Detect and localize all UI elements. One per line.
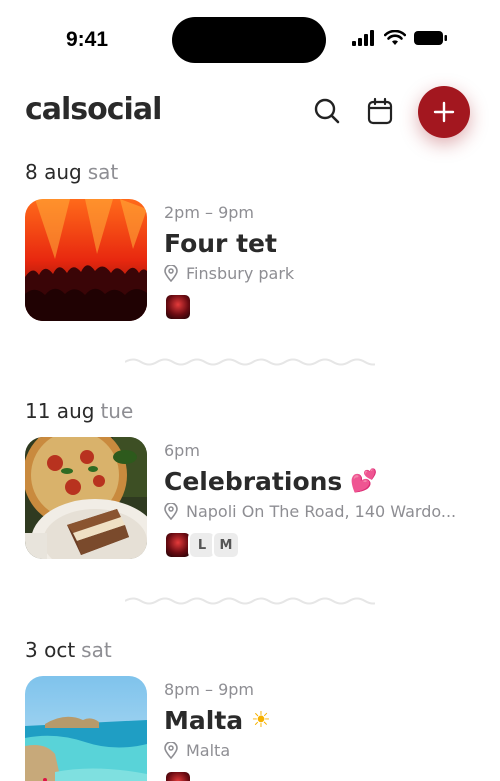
event-location: Finsbury park	[164, 264, 494, 283]
wifi-icon	[384, 30, 406, 45]
attendee-list[interactable]: L M	[164, 531, 494, 559]
location-pin-icon	[164, 265, 178, 282]
event-title: Celebrations 💕	[164, 464, 494, 498]
weekday-label: sat	[81, 638, 112, 662]
date-label: 11 aug	[25, 399, 95, 423]
app-title: calsocial	[25, 92, 162, 127]
event-location-text: Napoli On The Road, 140 Wardo...	[186, 502, 457, 521]
date-header: 3 oct sat	[25, 638, 112, 662]
plus-icon	[433, 101, 455, 123]
event-thumbnail	[25, 676, 147, 781]
event-card-four-tet[interactable]: 2pm – 9pm Four tet Finsbury park	[25, 199, 495, 323]
event-card-malta[interactable]: 8pm – 9pm Malta ☀ Malta	[25, 676, 495, 781]
search-icon	[314, 98, 340, 124]
event-title-text: Celebrations	[164, 466, 343, 496]
app-header: calsocial	[0, 84, 500, 144]
beach-image	[25, 676, 147, 781]
calendar-icon	[367, 97, 393, 125]
attendee-list[interactable]	[164, 770, 494, 781]
event-location-text: Finsbury park	[186, 264, 295, 283]
concert-image	[25, 199, 147, 321]
signal-icon	[352, 30, 374, 46]
event-location: Napoli On The Road, 140 Wardo...	[164, 502, 494, 521]
event-time: 8pm – 9pm	[164, 680, 255, 699]
dynamic-island	[172, 17, 326, 63]
event-title: Four tet	[164, 226, 494, 260]
date-header: 11 aug tue	[25, 399, 133, 423]
wavy-divider	[125, 597, 375, 605]
weekday-label: sat	[87, 160, 119, 184]
avatar[interactable]	[164, 293, 192, 321]
status-time: 9:41	[66, 28, 109, 51]
event-title: Malta ☀	[164, 703, 494, 737]
weekday-label: tue	[100, 399, 134, 423]
event-thumbnail	[25, 437, 147, 559]
event-thumbnail	[25, 199, 147, 321]
calendar-button[interactable]	[363, 94, 397, 128]
event-location: Malta	[164, 741, 494, 760]
location-pin-icon	[164, 503, 178, 520]
date-label: 8 aug	[25, 160, 82, 184]
event-title-text: Four tet	[164, 228, 277, 258]
two-hearts-emoji: 💕	[350, 468, 378, 494]
food-image	[25, 437, 147, 559]
avatar-initial[interactable]: M	[212, 531, 240, 559]
avatar[interactable]	[164, 770, 192, 781]
event-location-text: Malta	[186, 741, 231, 760]
status-bar: 9:41	[0, 0, 500, 80]
event-time: 6pm	[164, 441, 200, 460]
date-label: 3 oct	[25, 638, 76, 662]
search-button[interactable]	[310, 94, 344, 128]
event-title-text: Malta	[164, 705, 244, 735]
add-event-button[interactable]	[418, 86, 470, 138]
attendee-list[interactable]	[164, 293, 494, 321]
status-icons	[352, 30, 448, 46]
date-header: 8 aug sat	[25, 160, 118, 184]
wavy-divider	[125, 358, 375, 366]
sun-emoji: ☀	[251, 707, 271, 733]
event-card-celebrations[interactable]: 6pm Celebrations 💕 Napoli On The Road, 1…	[25, 437, 495, 561]
battery-icon	[414, 31, 447, 45]
event-time: 2pm – 9pm	[164, 203, 255, 222]
location-pin-icon	[164, 742, 178, 759]
